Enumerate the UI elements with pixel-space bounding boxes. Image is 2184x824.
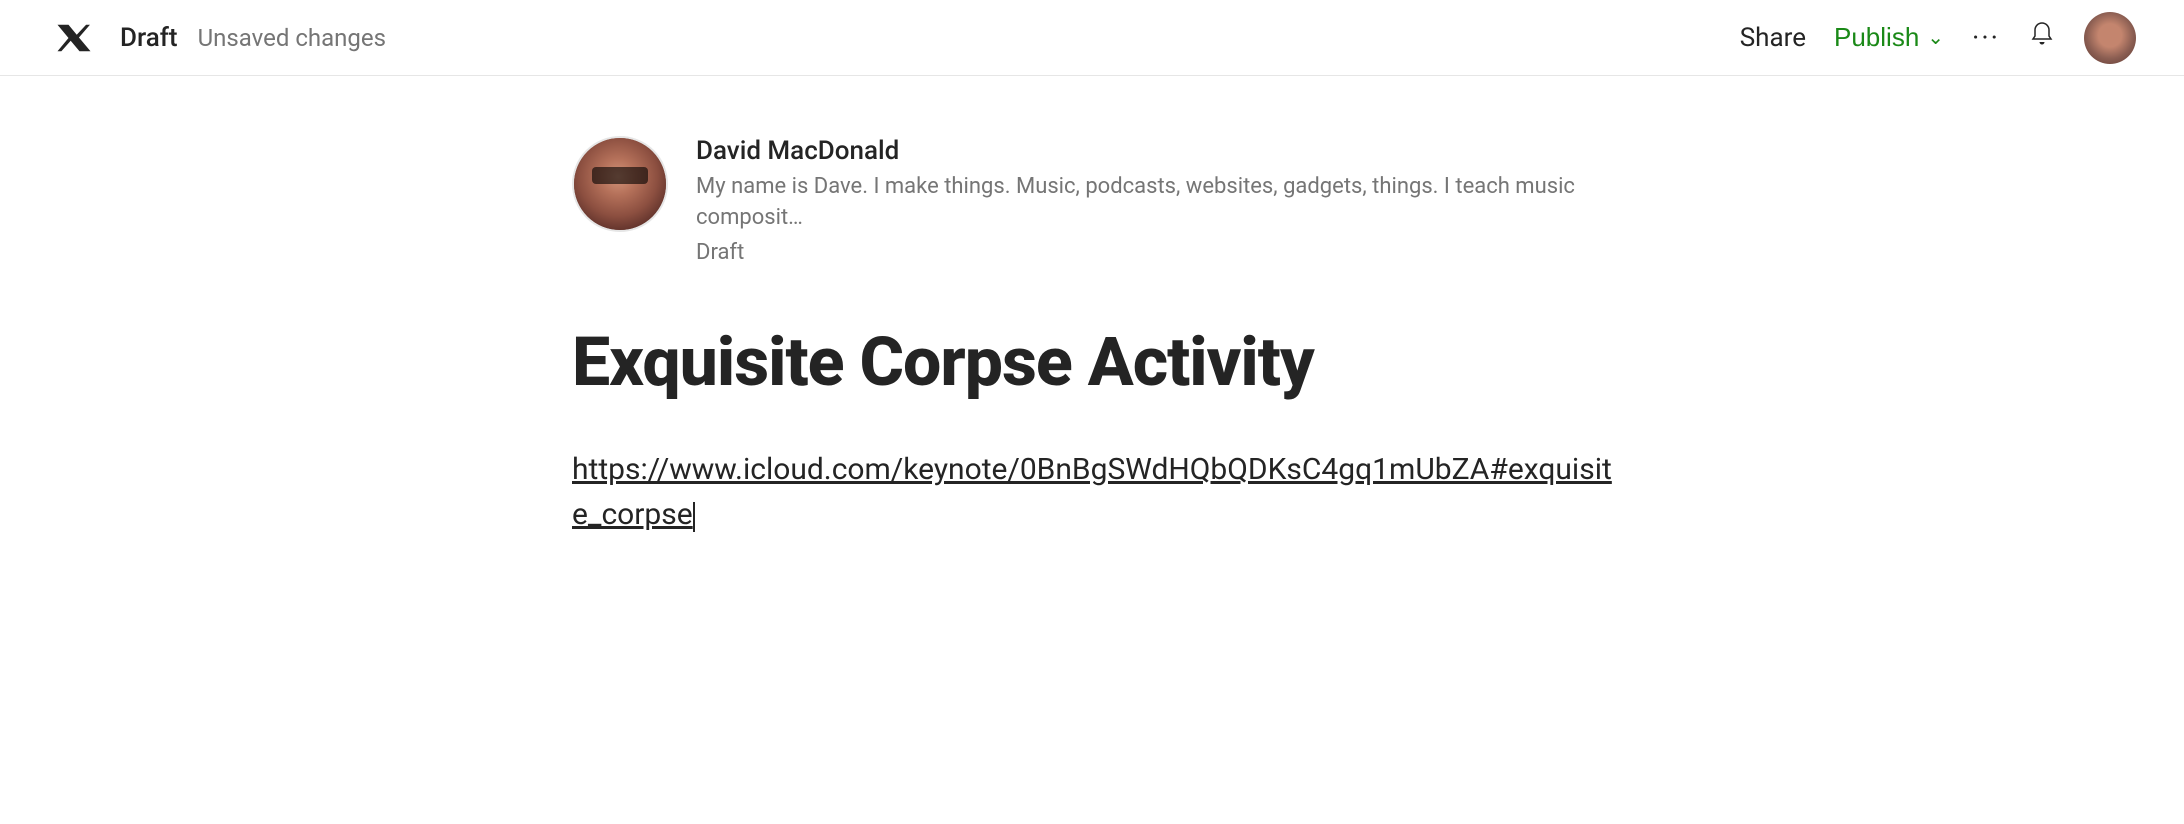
publish-chevron-icon: ⌄ bbox=[1927, 25, 1944, 50]
text-cursor bbox=[693, 502, 695, 532]
avatar-image bbox=[2084, 12, 2136, 64]
user-avatar[interactable] bbox=[2084, 12, 2136, 64]
share-button[interactable]: Share bbox=[1740, 23, 1806, 53]
author-avatar-image bbox=[574, 138, 666, 230]
author-avatar bbox=[572, 136, 668, 232]
author-bio: My name is Dave. I make things. Music, p… bbox=[696, 172, 1612, 234]
article-title[interactable]: Exquisite Corpse Activity bbox=[572, 325, 1612, 400]
unsaved-changes-label: Unsaved changes bbox=[198, 24, 386, 52]
main-content: David MacDonald My name is Dave. I make … bbox=[492, 76, 1692, 617]
article-link-text: https://www.icloud.com/keynote/0BnBgSWdH… bbox=[572, 452, 1612, 532]
notifications-bell-icon[interactable] bbox=[2028, 20, 2056, 55]
publish-button[interactable]: Publish ⌄ bbox=[1834, 22, 1944, 53]
article-link[interactable]: https://www.icloud.com/keynote/0BnBgSWdH… bbox=[572, 447, 1612, 537]
medium-logo[interactable] bbox=[48, 12, 100, 64]
navbar: Draft Unsaved changes Share Publish ⌄ ··… bbox=[0, 0, 2184, 76]
author-info: David MacDonald My name is Dave. I make … bbox=[696, 136, 1612, 265]
navbar-right: Share Publish ⌄ ··· bbox=[1740, 12, 2136, 64]
publish-label: Publish bbox=[1834, 22, 1919, 53]
navbar-left: Draft Unsaved changes bbox=[48, 12, 1740, 64]
author-status: Draft bbox=[696, 240, 1612, 265]
more-options-button[interactable]: ··· bbox=[1972, 21, 2000, 54]
draft-label: Draft bbox=[120, 23, 178, 53]
author-name: David MacDonald bbox=[696, 136, 1612, 166]
author-section: David MacDonald My name is Dave. I make … bbox=[572, 136, 1612, 265]
